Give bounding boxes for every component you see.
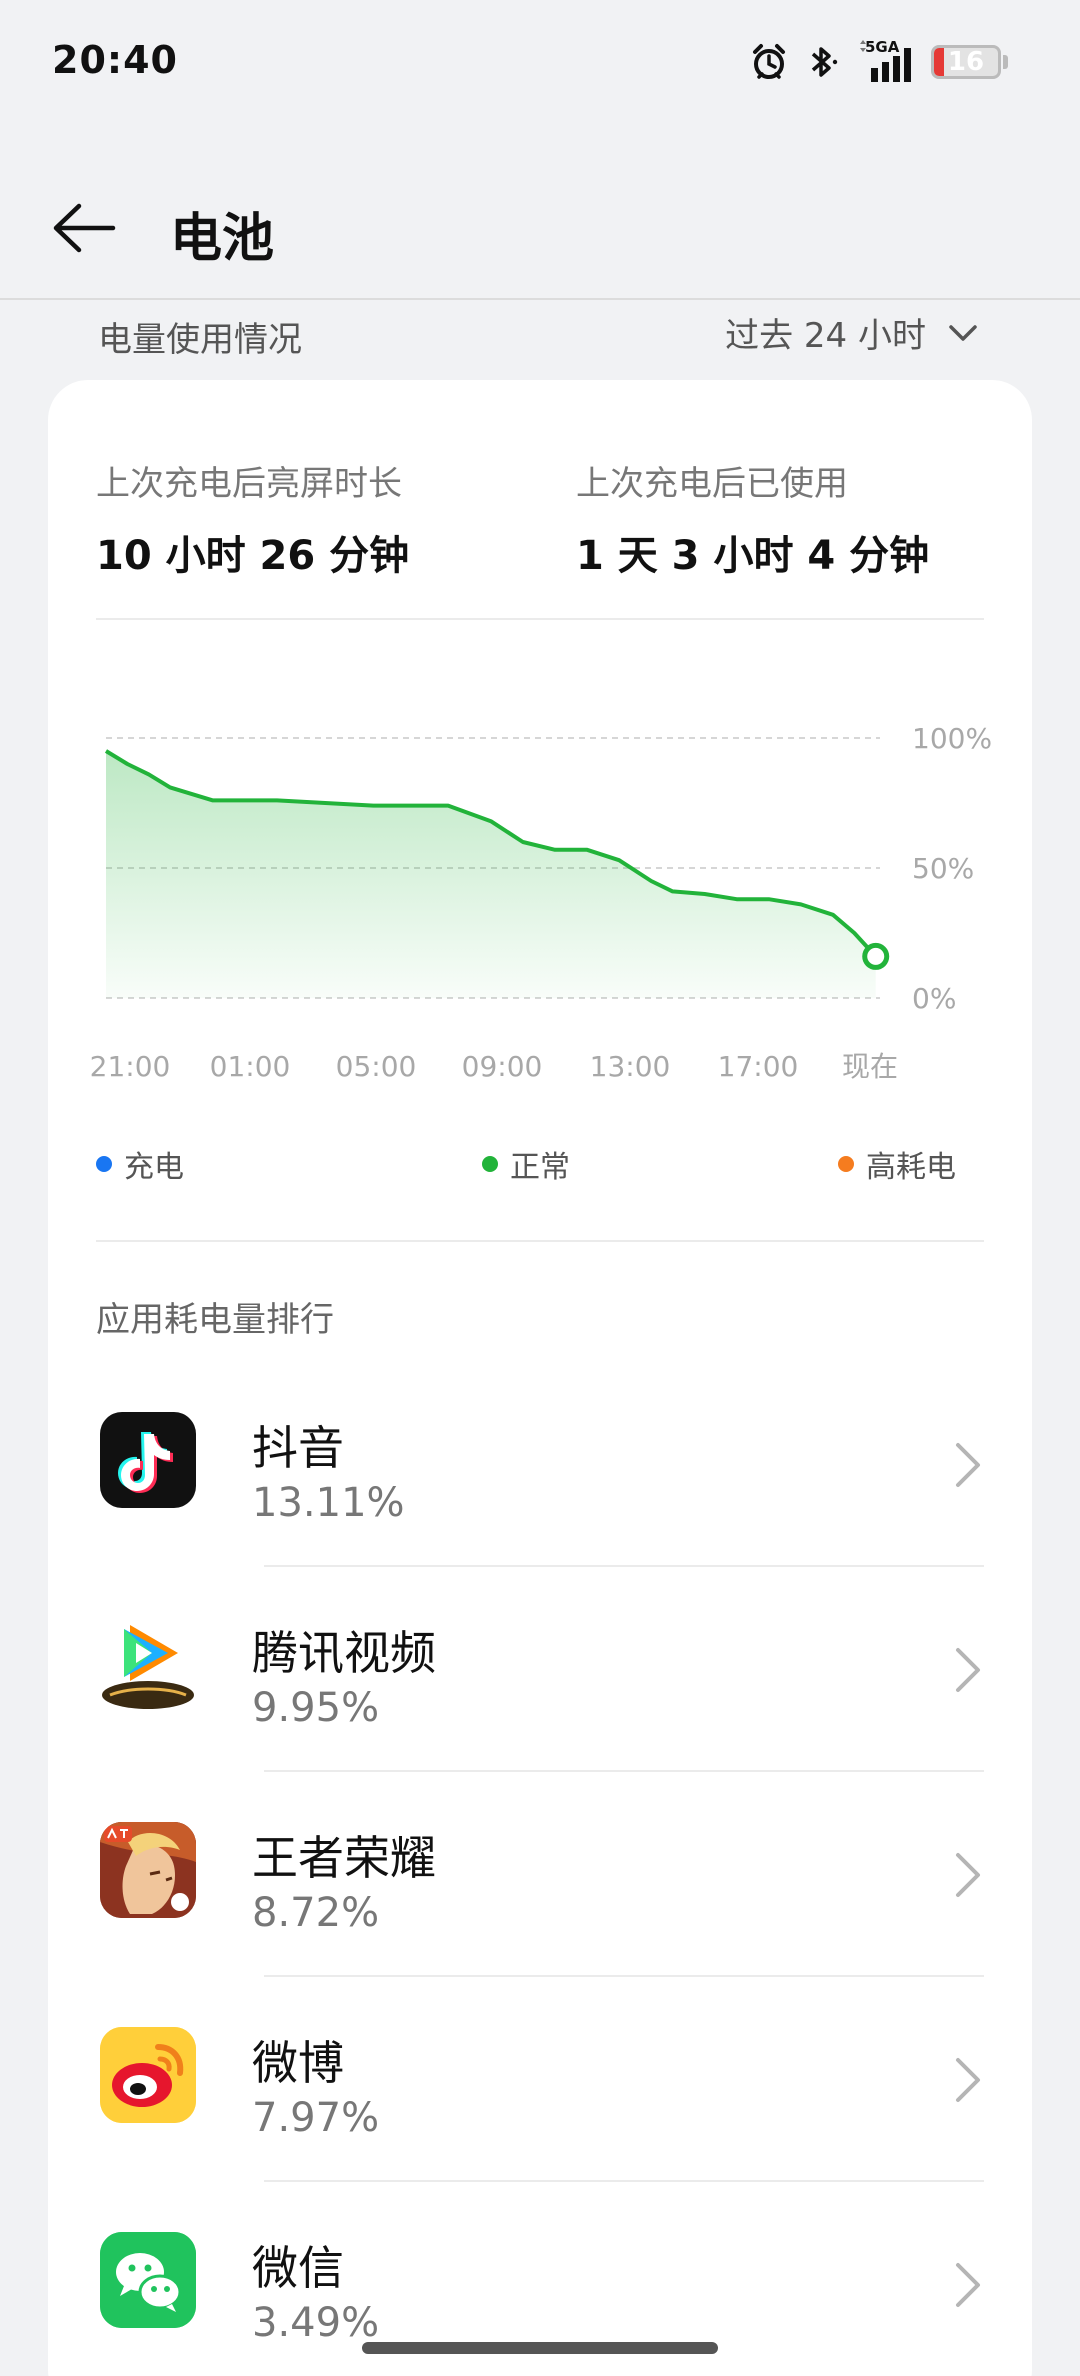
app-row-douyin[interactable]: 抖音 13.11% [48,1362,1032,1567]
usage-section-label: 电量使用情况 [98,320,302,360]
chevron-right-icon [956,1853,980,1897]
app-percent: 9.95% [252,1685,380,1731]
chart-current-point [862,942,890,970]
app-percent: 3.49% [252,2300,380,2346]
app-name: 微信 [252,2241,344,2295]
period-selector[interactable]: 过去 24 小时 [725,308,978,357]
y-tick-label: 50% [912,852,974,885]
legend-label-high: 高耗电 [866,1150,956,1185]
ranking-title: 应用耗电量排行 [96,1300,334,1340]
x-tick-label: 现在 [842,1050,898,1083]
app-name: 腾讯视频 [252,1626,436,1680]
x-tick-label: 13:00 [590,1050,671,1083]
app-percent: 8.72% [252,1890,380,1936]
battery-settings-screen: 20:40 5GA 16 电池 电量使用情况 过去 24 小时 上次充电后亮屏时… [0,0,1080,2376]
chevron-down-icon [949,324,977,341]
app-name: 王者荣耀 [252,1831,436,1885]
chart-area-fill [106,751,876,998]
bluetooth-icon [803,42,843,82]
alarm-icon [749,42,789,82]
legend-dot-normal [482,1156,498,1172]
legend-label-normal: 正常 [510,1150,570,1185]
douyin-icon [100,1412,196,1508]
chevron-right-icon [956,1648,980,1692]
app-percent: 7.97% [252,2095,380,2141]
x-tick-label: 01:00 [210,1050,291,1083]
chevron-right-icon [956,2058,980,2102]
x-tick-label: 09:00 [462,1050,543,1083]
app-name: 抖音 [252,1421,344,1475]
legend-charging: 充电 [96,1142,184,1186]
header-divider [0,298,1080,300]
y-tick-label: 0% [912,982,956,1015]
battery-icon: 16 [931,45,1001,79]
honor-of-kings-icon [100,1822,196,1918]
period-value: 过去 24 小时 [725,316,926,356]
page-title: 电池 [170,209,275,269]
app-row-tencent-video[interactable]: 腾讯视频 9.95% [48,1567,1032,1772]
home-indicator[interactable] [362,2342,718,2354]
cellular-signal-icon: 5GA [857,38,917,84]
back-button[interactable] [48,192,120,264]
x-tick-label: 21:00 [90,1050,171,1083]
back-arrow-icon [53,203,116,253]
legend-label-charging: 充电 [124,1150,184,1185]
legend-dot-charging [96,1156,112,1172]
battery-chart-svg: 100% 50% 0% 21:00 01:00 05:00 09:00 13:00 17:00 现… [90,722,992,1083]
battery-level: 16 [947,47,985,77]
chevron-right-icon [956,2263,980,2307]
app-name: 微博 [252,2036,344,2090]
legend-divider [96,1240,984,1242]
status-icons: 5GA 16 [749,38,1008,84]
battery-nub [1003,55,1008,69]
app-bar: 电池 [0,170,1080,300]
x-tick-label: 17:00 [718,1050,799,1083]
y-tick-label: 100% [912,722,992,755]
weibo-icon [100,2027,196,2123]
wechat-icon [100,2232,196,2328]
x-tick-label: 05:00 [336,1050,417,1083]
legend-normal: 正常 [482,1142,570,1186]
app-row-honor-of-kings[interactable]: 王者荣耀 8.72% [48,1772,1032,1977]
status-time: 20:40 [52,38,178,82]
app-row-weibo[interactable]: 微博 7.97% [48,1977,1032,2182]
app-percent: 13.11% [252,1480,405,1526]
chevron-right-icon [956,1443,980,1487]
battery-card: 上次充电后亮屏时长 10 小时 26 分钟 上次充电后已使用 1 天 3 小时 … [48,380,1032,2376]
status-bar: 20:40 5GA 16 [0,0,1080,120]
legend-dot-high [838,1156,854,1172]
legend-high: 高耗电 [838,1142,956,1186]
tencent-video-icon [100,1617,196,1713]
